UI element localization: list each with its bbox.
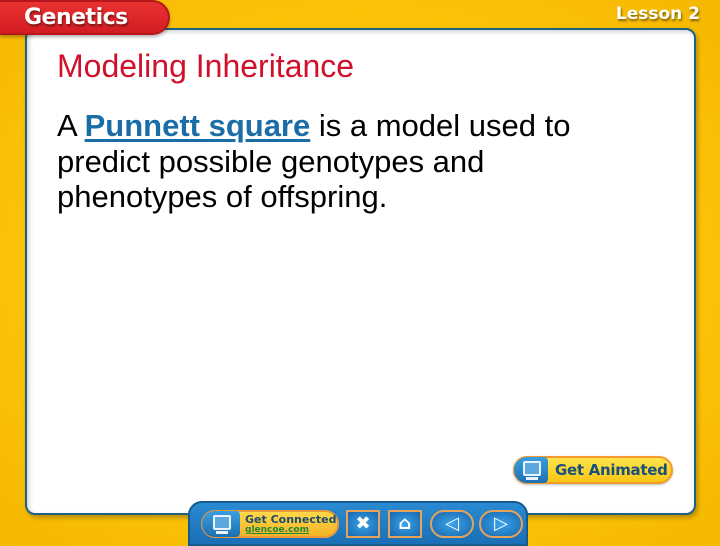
next-button[interactable]: ▷ [479,510,523,538]
previous-arrow-icon: ◁ [445,513,459,534]
close-icon: ✖ [355,513,371,534]
get-animated-button[interactable]: Get Animated [513,456,673,484]
slide-content-panel [25,28,696,515]
bottom-navigation-bar: Get Connected glencoe.com ✖ ⌂ ◁ ▷ [188,501,528,546]
close-button[interactable]: ✖ [346,510,380,538]
next-arrow-icon: ▷ [494,513,508,534]
home-button[interactable]: ⌂ [388,510,422,538]
punnett-square-link[interactable]: Punnett square [85,108,311,143]
section-tab-label: Genetics [24,5,128,30]
lesson-label: Lesson 2 [615,4,700,24]
monitor-icon [202,511,240,537]
monitor-icon [514,457,548,483]
home-icon: ⌂ [398,513,412,534]
previous-button[interactable]: ◁ [430,510,474,538]
get-animated-label: Get Animated [555,461,668,479]
get-connected-button[interactable]: Get Connected glencoe.com [201,510,339,538]
slide-title: Modeling Inheritance [57,48,355,84]
glencoe-link[interactable]: glencoe.com [245,525,309,535]
section-tab: Genetics [0,0,170,35]
slide-body-text: A Punnett square is a model used to pred… [57,108,617,215]
body-prefix: A [57,108,85,143]
